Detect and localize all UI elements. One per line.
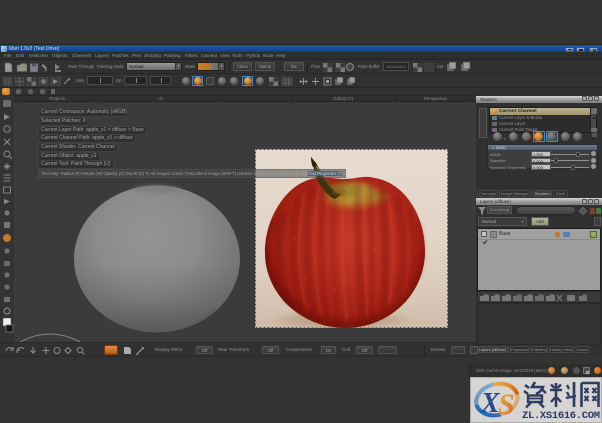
svg-text:S: S bbox=[498, 388, 515, 421]
svg-text:ZL.XS1616.COM: ZL.XS1616.COM bbox=[522, 410, 600, 422]
